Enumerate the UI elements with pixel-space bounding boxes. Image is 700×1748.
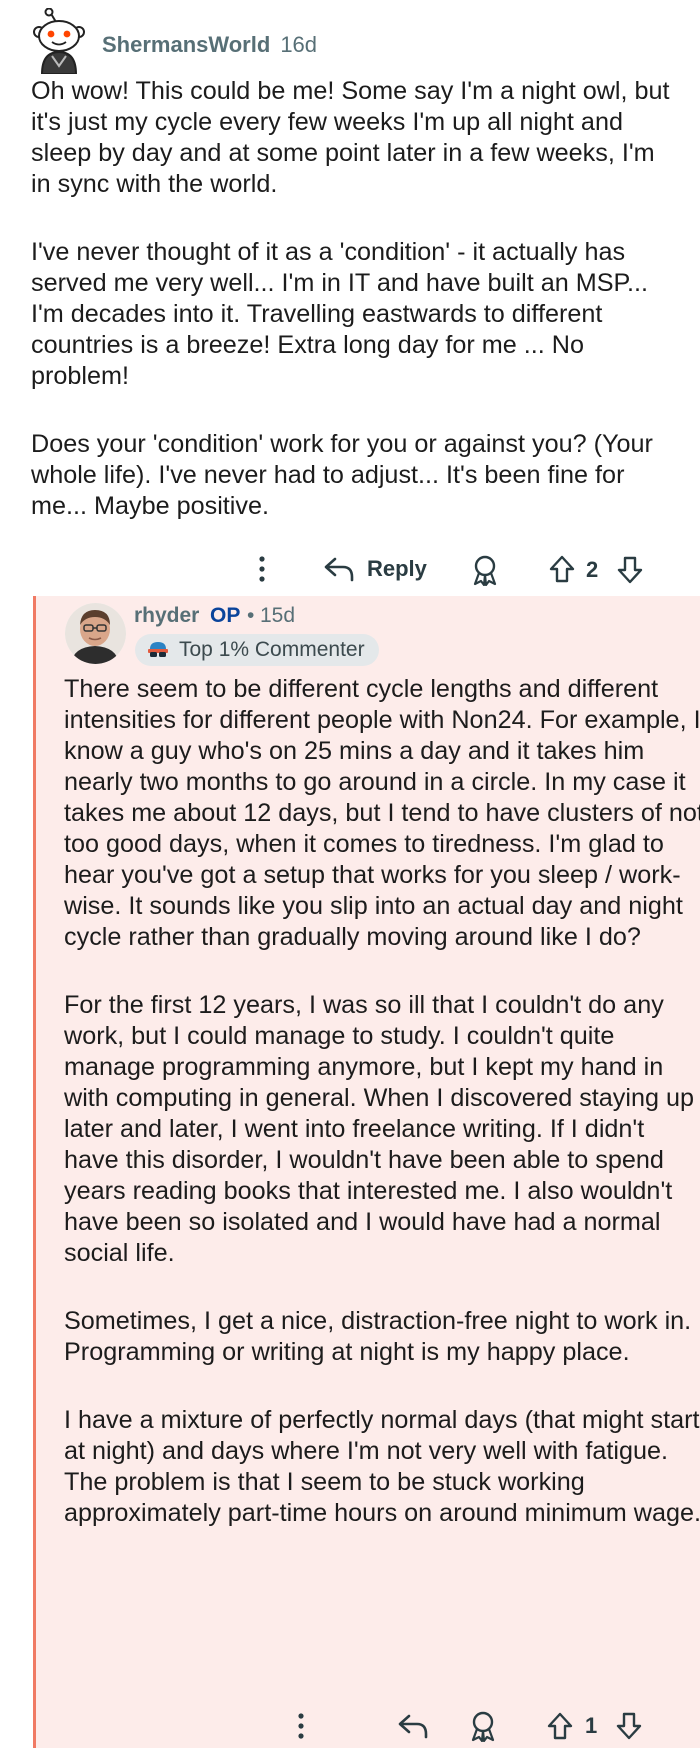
downvote-arrow-icon [617, 556, 643, 584]
comment-body: Oh wow! This could be me! Some say I'm a… [31, 76, 676, 559]
award-button[interactable] [466, 1709, 500, 1743]
op-badge: OP [210, 604, 241, 627]
downvote-arrow-icon [616, 1712, 642, 1740]
user-flair-badge[interactable]: Top 1% Commenter [135, 634, 379, 666]
upvote-arrow-icon [547, 1712, 573, 1740]
reply-paragraph: For the first 12 years, I was so ill tha… [64, 991, 695, 1267]
comment-username[interactable]: ShermansWorld [102, 22, 270, 58]
reply-paragraph: Sometimes, I get a nice, distraction-fre… [64, 1307, 692, 1366]
more-vertical-icon [259, 556, 265, 582]
avatar[interactable] [65, 603, 126, 664]
reply-username[interactable]: rhyder [134, 604, 199, 628]
reply-button[interactable]: Reply [323, 551, 427, 587]
snoo-avatar-icon [33, 7, 85, 75]
avatar[interactable] [32, 7, 88, 75]
vote-count: 2 [586, 557, 599, 582]
sunglasses-icon [148, 642, 168, 657]
vote-count: 1 [585, 1713, 598, 1738]
comment-header: ShermansWorld 16d [32, 4, 317, 76]
comment-thread: ShermansWorld 16d Oh wow! This could be … [0, 0, 700, 1748]
comment-paragraph: I've never thought of it as a 'condition… [31, 238, 649, 390]
comment-age: 16d [280, 32, 318, 57]
more-vertical-icon [298, 1713, 304, 1739]
award-button[interactable] [468, 553, 502, 587]
comment-paragraph: Oh wow! This could be me! Some say I'm a… [31, 77, 670, 198]
reply-paragraph: There seem to be different cycle lengths… [64, 675, 700, 951]
comment-paragraph: Does your 'condition' work for you or ag… [31, 430, 653, 520]
reply-arrow-icon [324, 557, 354, 582]
user-photo-icon [65, 603, 126, 664]
more-options-button[interactable] [289, 1710, 313, 1742]
reply-body: There seem to be different cycle lengths… [64, 674, 700, 1566]
flair-label: Top 1% Commenter [179, 638, 365, 661]
award-icon [473, 555, 497, 586]
upvote-button[interactable] [545, 552, 579, 586]
comment-action-bar: Reply 2 [0, 549, 700, 591]
upvote-arrow-icon [549, 555, 575, 583]
downvote-button[interactable] [612, 1709, 646, 1743]
reply-button[interactable] [396, 1710, 430, 1742]
upvote-button[interactable] [543, 1709, 577, 1743]
reply-arrow-icon [398, 1714, 428, 1739]
reply-comment: rhyder OP • 15d Top 1% Commenter There s… [33, 596, 700, 1748]
reply-label: Reply [367, 556, 427, 581]
thread-line[interactable] [33, 596, 36, 1748]
more-options-button[interactable] [250, 551, 274, 587]
reply-action-bar: 1 [33, 1708, 700, 1744]
reply-age: 15d [260, 604, 296, 627]
award-icon [471, 1711, 495, 1742]
vote-score: 1 [585, 1709, 597, 1743]
downvote-button[interactable] [613, 553, 647, 587]
reply-paragraph: I have a mixture of perfectly normal day… [64, 1406, 700, 1527]
meta-separator: • [247, 604, 255, 627]
vote-score: 2 [586, 553, 598, 587]
